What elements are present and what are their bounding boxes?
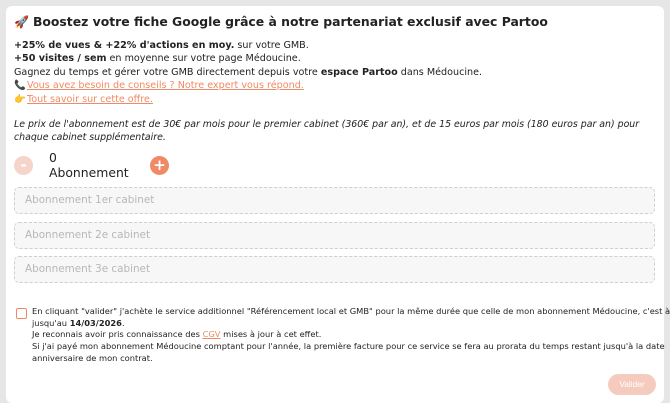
offer-row: 👉Tout savoir sur cette offre. <box>14 93 654 106</box>
subscription-count: 0 Abonnement <box>49 150 129 180</box>
cabinet-1-field[interactable]: Abonnement 1er cabinet <box>14 187 655 214</box>
terms-text: En cliquant "valider" j'achète le servic… <box>32 306 670 363</box>
partoo-offer-card: 🚀 Boostez votre fiche Google grâce à notr… <box>6 6 670 403</box>
pricing-text: Le prix de l'abonnement est de 30€ par m… <box>14 119 640 144</box>
stat-visits: +50 visites / sem en moyenne sur votre p… <box>14 53 301 65</box>
end-date: 14/03/2026 <box>69 317 122 328</box>
rocket-icon: 🚀 <box>14 15 29 29</box>
cabinet-3-field[interactable]: Abonnement 3e cabinet <box>14 256 655 283</box>
terms-checkbox[interactable] <box>16 308 27 319</box>
expert-row: 📞Vous avez besoin de conseils ? Notre ex… <box>14 79 654 92</box>
increment-button[interactable]: + <box>150 155 169 175</box>
subscription-stepper: - 0 Abonnement + <box>14 150 169 180</box>
offer-info: +25% de vues & +22% d'actions en moy. su… <box>14 39 654 106</box>
partoo-space-text: Gagnez du temps et gérer votre GMB direc… <box>14 66 483 78</box>
cabinet-2-field[interactable]: Abonnement 2e cabinet <box>14 222 655 249</box>
offer-title-text: Boostez votre fiche Google grâce à notre… <box>32 14 548 29</box>
offer-details-link[interactable]: Tout savoir sur cette offre. <box>27 94 153 105</box>
expert-link[interactable]: Vous avez besoin de conseils ? Notre exp… <box>27 80 304 91</box>
offer-title: 🚀 Boostez votre fiche Google grâce à notr… <box>14 14 548 29</box>
phone-icon: 📞 <box>14 80 26 92</box>
stat-views: +25% de vues & +22% d'actions en moy. su… <box>14 40 309 51</box>
validate-button[interactable]: Valider <box>608 374 656 395</box>
pointing-finger-icon: 👉 <box>14 93 26 105</box>
cgv-link[interactable]: CGV <box>203 329 221 339</box>
decrement-button[interactable]: - <box>14 155 33 175</box>
